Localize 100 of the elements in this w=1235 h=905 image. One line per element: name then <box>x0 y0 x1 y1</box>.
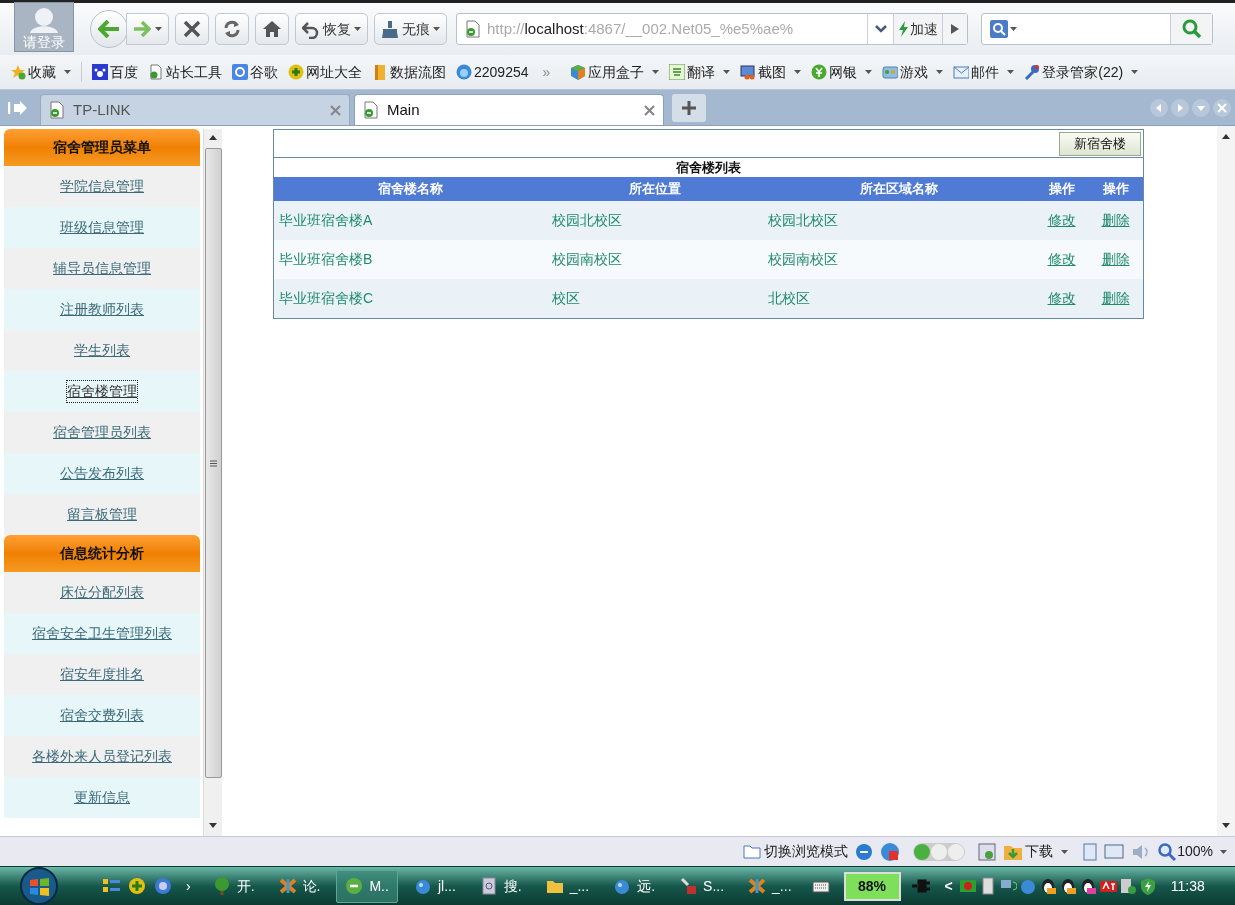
sidebar-toggle[interactable] <box>8 99 28 116</box>
taskbar-button[interactable]: S... <box>671 869 733 903</box>
caret-icon <box>1010 27 1017 31</box>
app-icon <box>748 877 767 895</box>
down-arrow-icon <box>209 823 217 828</box>
bookmark-item[interactable]: 网银 <box>811 61 873 83</box>
scrollbar[interactable] <box>203 129 222 836</box>
bookmark-item[interactable]: 2209254 <box>456 61 529 83</box>
caret-icon <box>1220 849 1227 854</box>
taskbar-button[interactable]: _... <box>740 869 800 903</box>
back-button[interactable] <box>90 10 128 48</box>
toolbar-button[interactable]: 无痕 <box>374 13 447 45</box>
table-cell: 校园北校区 <box>552 212 622 228</box>
quick-launch-chevron[interactable]: › <box>186 875 191 897</box>
bookmark-item[interactable]: 应用盒子 <box>570 61 660 83</box>
toolbar-button[interactable]: 恢复 <box>295 13 368 45</box>
table-cell: 校园南校区 <box>768 251 838 267</box>
search-button[interactable] <box>1170 14 1212 44</box>
search-field[interactable] <box>981 13 1213 45</box>
menu-link[interactable]: 留言板管理 <box>67 504 137 525</box>
screenshot-button[interactable] <box>978 842 997 861</box>
bookmark-item[interactable]: 翻译 <box>669 61 731 83</box>
bookmark-icon <box>10 64 26 80</box>
close-icon <box>330 104 341 116</box>
bookmark-icon <box>669 64 686 80</box>
bookmark-item[interactable]: 收藏 <box>10 61 71 83</box>
taskbar-button[interactable]: jl... <box>405 869 464 903</box>
bookmark-item[interactable]: 谷歌 <box>232 61 278 83</box>
bookmark-icon <box>372 64 388 80</box>
bookmark-icon <box>148 64 164 80</box>
column-header: 操作 <box>1102 181 1129 197</box>
table-cell: 毕业班宿舍楼C <box>279 290 374 306</box>
app-icon <box>613 877 632 895</box>
bookmark-item[interactable]: 邮件 <box>953 61 1015 83</box>
zoom-button[interactable]: 100% <box>1158 841 1227 862</box>
taskbar-button[interactable]: 远. <box>605 869 664 903</box>
shield-icon <box>1138 877 1157 895</box>
clock[interactable]: 11:38 <box>1170 875 1205 897</box>
stop-button[interactable] <box>175 13 209 45</box>
bookmark-item[interactable]: 登录管家(22) <box>1024 61 1139 83</box>
menu-link[interactable]: 宿舍楼管理 <box>67 381 137 402</box>
table-cell: 校园南校区 <box>552 251 622 267</box>
bookmark-icon <box>811 64 828 80</box>
home-button[interactable] <box>255 13 289 45</box>
delete-link[interactable]: 删除 <box>1101 290 1130 306</box>
taskbar-button[interactable]: 论. <box>270 869 329 903</box>
menu-section-header[interactable]: 信息统计分析 <box>4 535 200 572</box>
scrollbar-thumb[interactable] <box>204 148 222 778</box>
close-icon <box>182 19 202 39</box>
taskbar-button[interactable]: _... <box>537 869 598 903</box>
address-bar[interactable]: http://localhost:4867/__002.Net05_%e5%ae% 加速 <box>456 13 968 45</box>
table-cell: 毕业班宿舍楼B <box>279 251 373 267</box>
bookmark-item[interactable]: 站长工具 <box>148 61 222 83</box>
bookmark-item[interactable]: 游戏 <box>882 61 944 83</box>
refresh-button[interactable] <box>215 13 249 45</box>
quick-launch-button[interactable] <box>102 877 120 895</box>
scrollbar[interactable] <box>1217 126 1235 836</box>
taskbar-button[interactable]: M.. <box>336 869 398 903</box>
column-header: 操作 <box>1048 181 1075 197</box>
browser-tab[interactable]: TP-LINK <box>40 94 350 125</box>
bookmark-icon <box>570 64 587 80</box>
new-tab-button[interactable] <box>672 93 706 122</box>
caret-icon <box>1131 70 1139 74</box>
menu-link[interactable]: 更新信息 <box>74 787 130 808</box>
delete-link[interactable]: 删除 <box>1101 251 1130 267</box>
menu-link[interactable]: 学生列表 <box>74 340 130 361</box>
edit-link[interactable]: 修改 <box>1047 212 1076 228</box>
search-engine-icon <box>990 20 1008 38</box>
column-header: 宿舍楼名称 <box>378 181 443 197</box>
edit-link[interactable]: 修改 <box>1047 251 1076 267</box>
caret-icon <box>936 70 944 74</box>
url-text: http://localhost:4867/__002.Net05_%e5%ae% <box>487 18 795 39</box>
caret-icon <box>155 27 162 31</box>
traffic-light-icon <box>913 842 966 861</box>
delete-link[interactable]: 删除 <box>1101 212 1130 228</box>
caret-icon <box>433 27 440 31</box>
play-button[interactable] <box>942 14 967 44</box>
add-building-button[interactable]: 新宿舍楼 <box>1059 131 1141 156</box>
bookmark-item[interactable]: 网址大全 <box>288 61 362 83</box>
close-icon <box>1213 98 1231 117</box>
table-title: 宿舍楼列表 <box>675 159 742 177</box>
browser-tab[interactable]: Main <box>354 94 664 125</box>
plus-icon <box>681 99 697 116</box>
edit-link[interactable]: 修改 <box>1047 290 1076 306</box>
search-icon <box>1181 19 1202 39</box>
tray-icon[interactable] <box>1138 877 1157 895</box>
bookmark-item[interactable]: 截图 <box>740 61 802 83</box>
bookmark-item[interactable]: 百度 <box>92 61 138 83</box>
download-button[interactable]: 下载 <box>1003 841 1069 862</box>
speed-button[interactable]: 加速 <box>893 14 942 44</box>
quick-launch-button[interactable] <box>154 877 172 895</box>
taskbar-button[interactable]: 搜. <box>471 869 530 903</box>
bookmark-item[interactable]: 数据流图 <box>372 61 446 83</box>
browse-mode-button[interactable]: 切换浏览模式 <box>743 841 849 862</box>
tray-expand-button[interactable]: < <box>944 875 953 897</box>
up-arrow-icon <box>209 135 217 140</box>
up-arrow-icon <box>1222 134 1230 139</box>
menu-section-header[interactable]: 宿舍管理员菜单 <box>4 129 200 166</box>
taskbar-button[interactable]: 开. <box>204 869 263 903</box>
quick-launch-button[interactable] <box>128 877 146 895</box>
